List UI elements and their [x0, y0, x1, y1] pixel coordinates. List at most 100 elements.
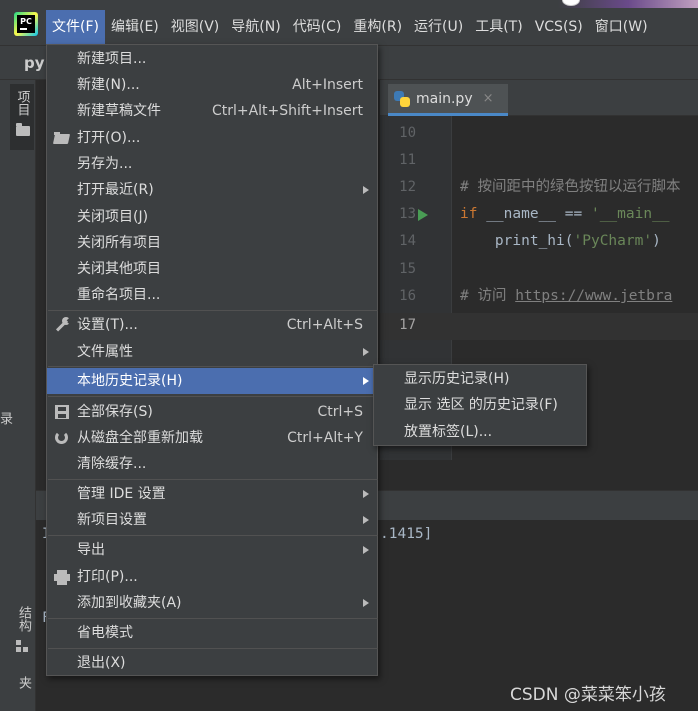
close-icon[interactable]: ×: [483, 91, 494, 106]
menu-file[interactable]: 文件(F): [46, 10, 105, 44]
editor-tab-bar: main.py ×: [380, 80, 698, 116]
pycharm-logo-icon[interactable]: PC: [14, 12, 38, 36]
shortcut-label: Ctrl+Alt+Shift+Insert: [211, 103, 363, 119]
menu-item-local-history[interactable]: 本地历史记录(H): [47, 368, 377, 394]
code-keyword: if: [460, 206, 478, 222]
reload-icon: [53, 430, 71, 446]
code-string: '__main__: [590, 206, 670, 222]
submenu-item-show-history[interactable]: 显示历史记录(H): [374, 366, 586, 392]
code-text: print_hi(: [460, 233, 574, 249]
tool-tab-project[interactable]: 项目: [10, 84, 34, 150]
tool-tab-structure[interactable]: 结构: [14, 606, 33, 632]
menu-window[interactable]: 窗口(W): [589, 10, 654, 44]
menu-separator: [48, 648, 378, 649]
menu-item-reload-all[interactable]: 从磁盘全部重新加载 Ctrl+Alt+Y: [47, 425, 377, 451]
menu-item-new-project-settings[interactable]: 新项目设置: [47, 507, 377, 533]
menu-item-label: 省电模式: [77, 625, 133, 641]
line-number: 11: [399, 152, 416, 168]
menu-run[interactable]: 运行(U): [408, 10, 469, 44]
menu-edit[interactable]: 编辑(E): [105, 10, 165, 44]
menu-separator: [48, 396, 378, 397]
menu-items: 文件(F) 编辑(E) 视图(V) 导航(N) 代码(C) 重构(R) 运行(U…: [46, 10, 654, 44]
line-number: 13: [399, 206, 416, 222]
code-comment: # 访问: [460, 288, 516, 304]
menu-item-label: 文件属性: [77, 344, 133, 360]
menu-navigate[interactable]: 导航(N): [225, 10, 286, 44]
menu-item-label: 关闭所有项目: [77, 235, 161, 251]
menu-item-rename-project[interactable]: 重命名项目...: [47, 282, 377, 308]
menu-item-label: 全部保存(S): [77, 404, 153, 420]
line-number: 17: [399, 317, 416, 333]
file-menu-dropdown: 新建项目... 新建(N)... Alt+Insert 新建草稿文件 Ctrl+Al…: [46, 44, 378, 676]
menu-item-save-as[interactable]: 另存为...: [47, 151, 377, 177]
menu-item-open[interactable]: 打开(O)...: [47, 125, 377, 151]
current-line-highlight: [380, 313, 698, 340]
submenu-item-show-selection-history[interactable]: 显示 选区 的历史记录(F): [374, 392, 586, 418]
line-number: 15: [399, 261, 416, 277]
menu-item-new-project[interactable]: 新建项目...: [47, 46, 377, 72]
menu-separator: [48, 366, 378, 367]
editor-tab-label: main.py: [416, 90, 473, 107]
menu-item-print[interactable]: 打印(P)...: [47, 564, 377, 590]
menu-item-new[interactable]: 新建(N)... Alt+Insert: [47, 72, 377, 98]
menu-item-file-properties[interactable]: 文件属性: [47, 339, 377, 365]
submenu-arrow-icon: [363, 186, 369, 194]
menu-refactor[interactable]: 重构(R): [347, 10, 408, 44]
menu-item-close-project[interactable]: 关闭项目(J): [47, 204, 377, 230]
menu-separator: [48, 535, 378, 536]
code-text: ): [652, 233, 661, 249]
run-gutter-icon[interactable]: [418, 209, 428, 221]
menu-vcs[interactable]: VCS(S): [529, 10, 589, 44]
menu-item-settings[interactable]: 设置(T)... Ctrl+Alt+S: [47, 312, 377, 338]
shortcut-label: Alt+Insert: [292, 77, 363, 93]
menu-view[interactable]: 视图(V): [165, 10, 226, 44]
code-line-14: print_hi('PyCharm'): [460, 228, 661, 255]
code-line-13: if __name__ == '__main__: [460, 201, 670, 228]
menu-item-label: 从磁盘全部重新加载: [77, 430, 203, 446]
menu-item-save-all[interactable]: 全部保存(S) Ctrl+S: [47, 399, 377, 425]
code-line-16: # 访问 https://www.jetbra: [460, 283, 672, 310]
wrench-icon: [53, 317, 71, 333]
shortcut-label: Ctrl+Alt+S: [286, 317, 363, 333]
menu-tools[interactable]: 工具(T): [469, 10, 528, 44]
submenu-arrow-icon: [363, 490, 369, 498]
submenu-item-put-label[interactable]: 放置标签(L)...: [374, 419, 586, 445]
code-link[interactable]: https://www.jetbra: [515, 288, 672, 304]
menu-item-invalidate-caches[interactable]: 清除缓存...: [47, 451, 377, 477]
menu-item-label: 打开最近(R): [77, 182, 154, 198]
menu-item-close-all-projects[interactable]: 关闭所有项目: [47, 230, 377, 256]
menu-item-label: 管理 IDE 设置: [77, 486, 166, 502]
menu-item-new-scratch[interactable]: 新建草稿文件 Ctrl+Alt+Shift+Insert: [47, 98, 377, 124]
editor-tab-main-py[interactable]: main.py ×: [388, 84, 508, 116]
menu-item-label: 关闭项目(J): [77, 209, 149, 225]
shortcut-label: Ctrl+Alt+Y: [287, 430, 363, 446]
menu-separator: [48, 479, 378, 480]
menu-item-label: 新项目设置: [77, 512, 147, 528]
menu-item-close-other-projects[interactable]: 关闭其他项目: [47, 256, 377, 282]
line-number: 10: [399, 125, 416, 141]
menu-item-add-to-favorites[interactable]: 添加到收藏夹(A): [47, 590, 377, 616]
structure-icon: [16, 640, 28, 652]
menu-code[interactable]: 代码(C): [287, 10, 348, 44]
menu-item-open-recent[interactable]: 打开最近(R): [47, 177, 377, 203]
menu-item-label: 清除缓存...: [77, 456, 147, 472]
menu-item-label: 本地历史记录(H): [77, 373, 183, 389]
code-string: 'PyCharm': [573, 233, 653, 249]
menu-item-power-save-mode[interactable]: 省电模式: [47, 620, 377, 646]
folder-icon: [16, 123, 30, 136]
submenu-arrow-icon: [363, 516, 369, 524]
submenu-arrow-icon: [363, 599, 369, 607]
menu-item-label: 导出: [77, 542, 105, 558]
menu-item-exit[interactable]: 退出(X): [47, 650, 377, 676]
menu-item-export[interactable]: 导出: [47, 537, 377, 563]
project-name[interactable]: py: [24, 54, 45, 72]
menubar: PC 文件(F) 编辑(E) 视图(V) 导航(N) 代码(C) 重构(R) 运…: [0, 0, 698, 46]
menu-item-label: 新建(N)...: [77, 77, 140, 93]
code-line-12: # 按间距中的绿色按钮以运行脚本: [460, 174, 680, 201]
shortcut-label: Ctrl+S: [317, 404, 363, 420]
menu-item-manage-ide-settings[interactable]: 管理 IDE 设置: [47, 481, 377, 507]
submenu-arrow-icon: [363, 377, 369, 385]
local-history-submenu: 显示历史记录(H) 显示 选区 的历史记录(F) 放置标签(L)...: [373, 364, 587, 446]
menu-item-label: 新建项目...: [77, 51, 147, 67]
menu-item-label: 重命名项目...: [77, 287, 161, 303]
